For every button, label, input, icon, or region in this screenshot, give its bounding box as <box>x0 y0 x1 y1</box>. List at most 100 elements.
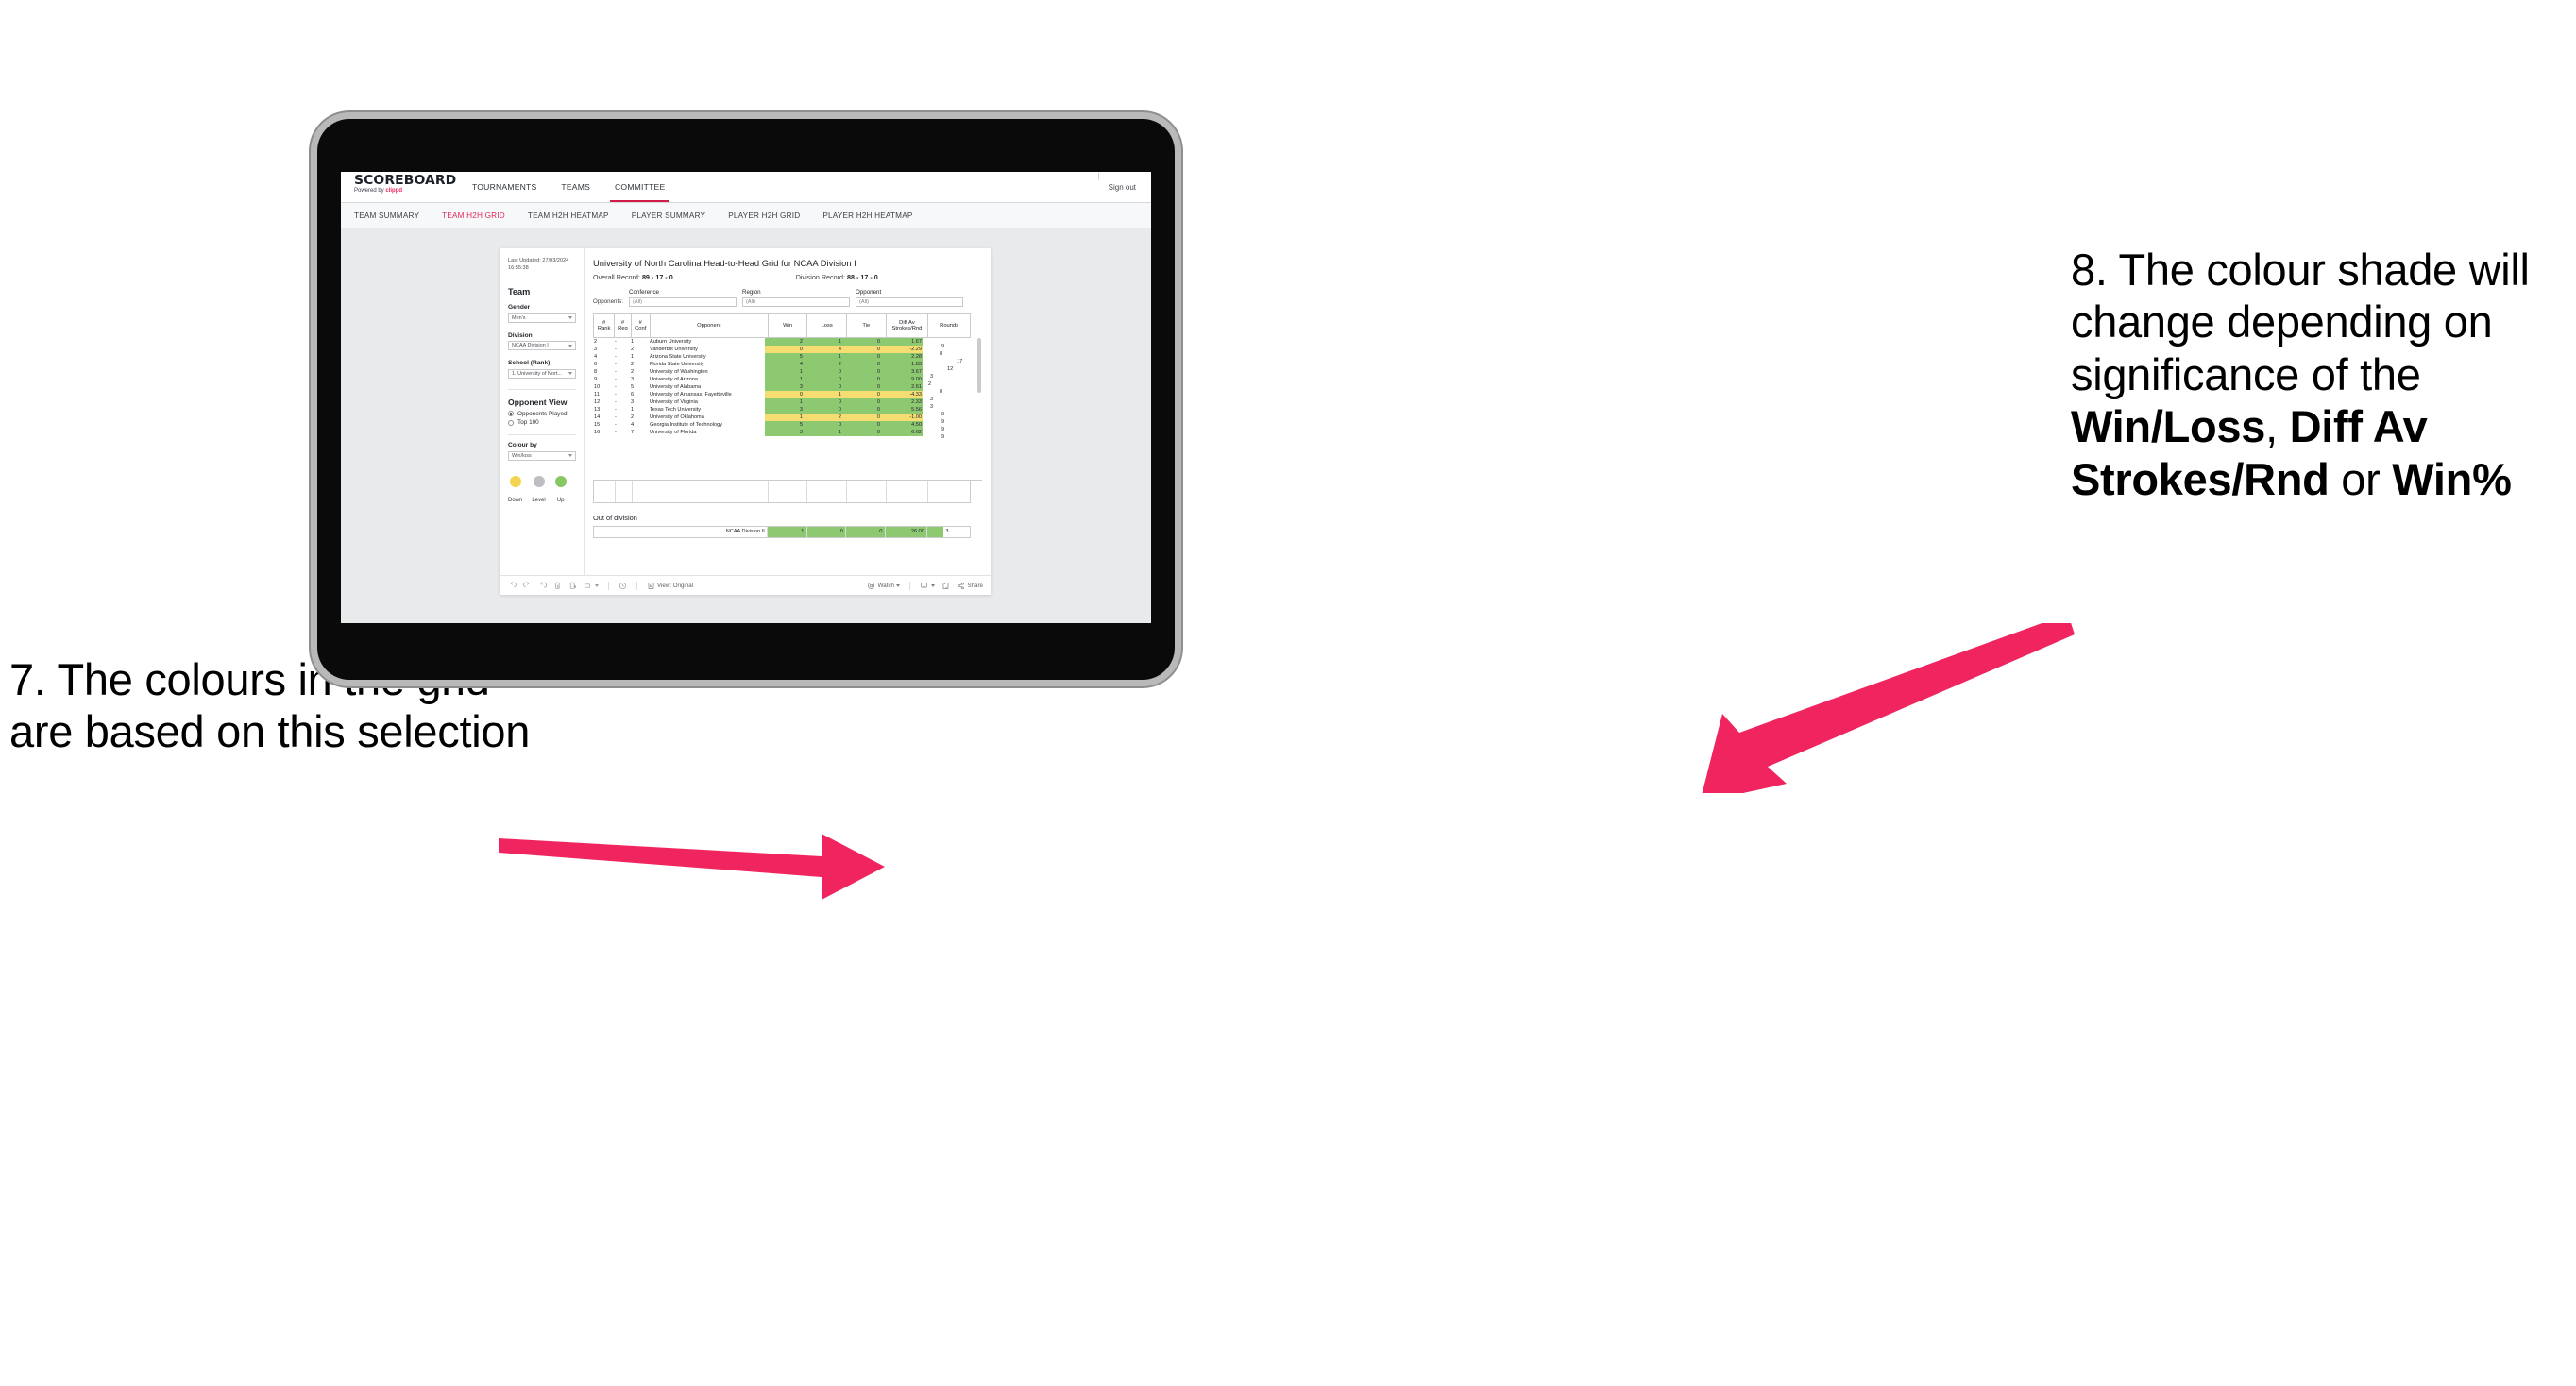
h2h-grid-body[interactable]: 2-1 Auburn University 2 1 0 1.67 9 3-2 Vanderbil… <box>593 337 982 481</box>
cell-conf: 1 <box>631 353 635 360</box>
table-row[interactable]: 11 - 6 University of Arkansas, Fayetteville… <box>593 390 964 402</box>
cell-opponent: University of Florida <box>650 429 697 435</box>
table-row[interactable]: 10-5 University of Alabama 3 0 0 2.61 8 <box>593 382 964 395</box>
nav-item-teams[interactable]: TEAMS <box>549 172 602 202</box>
fullscreen-icon[interactable] <box>941 582 950 590</box>
refresh-data-icon[interactable] <box>553 582 562 590</box>
share-button[interactable]: Share <box>957 582 983 590</box>
view-original-label: View: Original <box>657 582 694 589</box>
subnav-item-player-h2h-heatmap[interactable]: PLAYER H2H HEATMAP <box>822 211 912 220</box>
cell-reg: - <box>615 346 617 352</box>
overall-record-label: Overall Record: <box>593 273 642 281</box>
table-row[interactable]: 3-2 Vanderbilt University 0 4 0 -2.29 8 <box>593 345 964 357</box>
cell-win: 1 <box>765 397 804 406</box>
logo-wordmark: SCOREBOARD <box>354 173 457 188</box>
conference-filter-dropdown[interactable]: (All) <box>629 296 737 307</box>
annotation-8-prefix: 8. The colour shade will change dependin… <box>2071 245 2530 399</box>
cell-rank: 14 <box>594 414 601 420</box>
nav-item-committee[interactable]: COMMITTEE <box>602 172 677 202</box>
col-conf: # Conf <box>630 313 651 338</box>
viz-card: Last Updated: 27/03/2024 16:55:38 Team G… <box>500 248 991 595</box>
table-row[interactable]: 2-1 Auburn University 2 1 0 1.67 9 <box>593 337 964 349</box>
cell-loss: 0 <box>804 382 842 391</box>
school-dropdown[interactable]: 1. University of Nort... <box>508 368 576 379</box>
h2h-grid-header: # Rank # Reg # Conf Opponent Win Loss Ti… <box>592 313 971 338</box>
division-label: Division <box>508 331 533 339</box>
rounds-label: 3 <box>930 403 934 410</box>
cell-conf: 6 <box>631 391 635 397</box>
legend-item-level: Level <box>532 475 546 506</box>
chevron-down-icon <box>594 583 599 587</box>
cell-diff: -1.00 <box>881 413 923 421</box>
legend-label-level: Level <box>532 497 546 503</box>
rounds-label: 8 <box>940 350 943 357</box>
undo-icon[interactable] <box>508 581 517 590</box>
region-filter-dropdown[interactable]: (All) <box>742 296 850 307</box>
subnav-item-team-h2h-grid[interactable]: TEAM H2H GRID <box>442 211 505 220</box>
toolbar-divider-2 <box>636 581 637 590</box>
table-row[interactable]: 14-2 University of Oklahoma 1 2 0 -1.00 9 <box>593 413 964 425</box>
out-of-division-caption: Out of division <box>593 513 637 522</box>
cell-diff: 4.50 <box>881 420 923 429</box>
cell-reg: - <box>615 406 617 413</box>
opponent-filter: Opponent (All) <box>856 289 963 307</box>
out-of-division-section: Out of division NCAA Division II 1 0 0 2… <box>593 514 982 538</box>
history-icon[interactable] <box>619 582 627 590</box>
revert-icon[interactable] <box>538 581 547 590</box>
toolbar-right: Watch Share <box>867 581 983 590</box>
colour-by-dropdown[interactable]: Win/loss <box>508 450 576 461</box>
subnav-item-player-summary[interactable]: PLAYER SUMMARY <box>632 211 705 220</box>
opponent-filter-dropdown[interactable]: (All) <box>856 296 963 307</box>
cell-loss: 0 <box>804 405 842 414</box>
last-updated-text: Last Updated: 27/03/2024 16:55:38 <box>508 258 569 272</box>
division-record: Division Record: 88 - 17 - 0 <box>796 273 878 281</box>
pause-updates-icon[interactable] <box>568 582 577 590</box>
scoreboard-logo[interactable]: SCOREBOARD Powered by clippd <box>341 172 460 202</box>
table-row[interactable]: 13-1 Texas Tech University 3 0 0 5.56 9 <box>593 405 964 417</box>
conference-filter-value: (All) <box>633 298 642 305</box>
od-rounds-label: 3 <box>945 528 949 534</box>
view-original-button[interactable]: View: Original <box>647 582 694 590</box>
subnav-item-team-h2h-heatmap[interactable]: TEAM H2H HEATMAP <box>528 211 609 220</box>
cell-reg: - <box>615 414 617 420</box>
vertical-scrollbar[interactable] <box>977 337 981 393</box>
annotation-8-mid1: , <box>2265 401 2290 452</box>
division-dropdown[interactable]: NCAA Division I <box>508 341 576 351</box>
cell-opponent: Georgia Institute of Technology <box>650 421 723 428</box>
cell-diff: 9.00 <box>881 375 923 383</box>
table-row: NCAA Division II 1 0 0 26.00 3 <box>593 526 971 537</box>
subnav-item-team-summary[interactable]: TEAM SUMMARY <box>354 211 419 220</box>
view-icon <box>648 582 653 589</box>
cell-rank: 2 <box>594 338 598 345</box>
table-row[interactable]: 4-1 Arizona State University 5 1 0 2.28 17 <box>593 352 964 364</box>
watch-button[interactable]: Watch <box>867 582 901 590</box>
cell-tie: 0 <box>842 390 881 398</box>
cell-conf: 2 <box>631 346 635 352</box>
table-row[interactable]: 16 - 7 University of Florida 3 1 0 6.62 9 <box>593 428 964 440</box>
viz-main: University of North Carolina Head-to-Hea… <box>585 248 991 595</box>
table-row[interactable]: 6-2 Florida State University 4 2 0 1.83 12 <box>593 360 964 372</box>
redo-icon[interactable] <box>523 581 532 590</box>
table-row[interactable]: 8-2 University of Washington 1 0 0 3.67 3 <box>593 367 964 380</box>
radio-top-100[interactable]: Top 100 <box>508 419 576 426</box>
cell-opponent: Arizona State University <box>650 353 706 360</box>
legend-dot-down <box>509 475 521 487</box>
cell-tie: 0 <box>842 397 881 406</box>
opponents-filter-label: Opponents: <box>593 298 623 305</box>
table-row[interactable]: 15-4 Georgia Institute of Technology 5 0 0 4.… <box>593 420 964 432</box>
cell-conf: 3 <box>631 398 635 405</box>
radio-opponents-played[interactable]: Opponents Played <box>508 411 576 417</box>
cell-win: 1 <box>765 413 804 421</box>
gender-dropdown[interactable]: Men's <box>508 313 576 323</box>
sign-out-link[interactable]: Sign out <box>1109 183 1136 192</box>
table-row[interactable]: 12-3 University of Virginia 1 0 0 2.33 3 <box>593 397 964 410</box>
cell-conf: 2 <box>631 368 635 375</box>
viz-title: University of North Carolina Head-to-Hea… <box>593 258 856 268</box>
subnav-item-player-h2h-grid[interactable]: PLAYER H2H GRID <box>728 211 800 220</box>
cell-win: 0 <box>765 390 804 398</box>
fit-menu[interactable] <box>584 582 599 590</box>
download-button[interactable] <box>920 582 935 590</box>
table-row[interactable]: 9-3 University of Arizona 1 0 0 9.00 2 <box>593 375 964 387</box>
cell-rank: 3 <box>594 346 598 352</box>
nav-item-tournaments[interactable]: TOURNAMENTS <box>460 172 549 202</box>
